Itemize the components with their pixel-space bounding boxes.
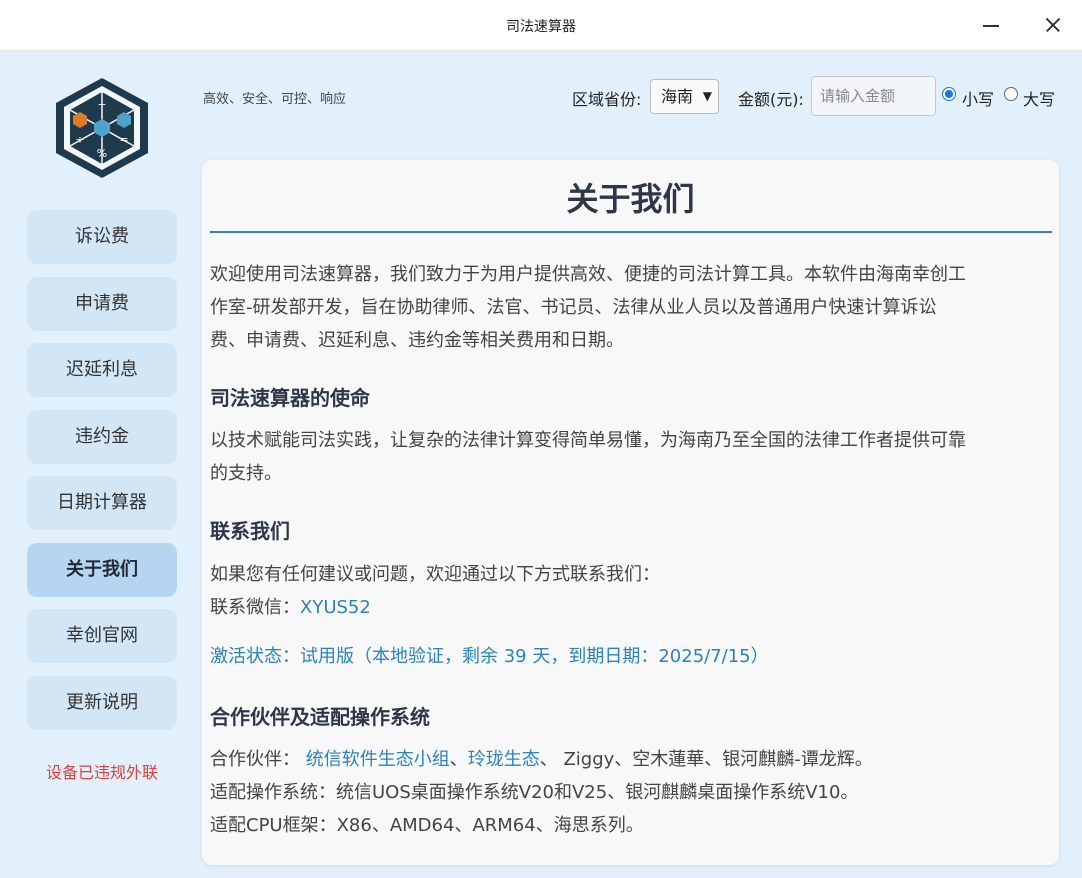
wechat-label: 联系微信： [210, 597, 300, 618]
contact-heading: 联系我们 [210, 519, 290, 543]
sidebar-item-litigation-fee[interactable]: 诉讼费 [27, 210, 177, 264]
partner-link-linglong[interactable]: 玲珑生态 [468, 749, 540, 770]
activation-status: 激活状态：试用版（本地验证，剩余 39 天，到期日期：2025/7/15） [210, 646, 769, 667]
mission-heading: 司法速算器的使命 [210, 386, 370, 410]
about-card: 关于我们 欢迎使用司法速算器，我们致力于为用户提供高效、便捷的司法计算工具。本软… [202, 160, 1059, 865]
amount-label: 金额(元): [738, 90, 804, 109]
intro-paragraph: 欢迎使用司法速算器，我们致力于为用户提供高效、便捷的司法计算工具。本软件由海南幸… [210, 258, 1055, 357]
radio-uppercase-label: 大写 [1023, 90, 1056, 109]
title-divider [210, 231, 1052, 233]
partners-line: 合作伙伴： 统信软件生态小组、玲珑生态、 Ziggy、空木蓮華、银河麒麟-谭龙辉… [210, 743, 1055, 776]
chevron-down-icon: ▼ [702, 89, 712, 103]
sidebar-item-date-calculator[interactable]: 日期计算器 [27, 476, 177, 530]
partners-heading: 合作伙伴及适配操作系统 [210, 705, 430, 729]
close-icon[interactable] [1040, 12, 1066, 38]
slogan: 高效、安全、可控、响应 [203, 92, 347, 107]
partners-label: 合作伙伴： [210, 749, 300, 770]
title-bar: 司法速算器 [0, 0, 1082, 51]
wechat-link[interactable]: XYUS52 [300, 597, 371, 618]
page-title: 关于我们 [566, 180, 695, 218]
sidebar-item-penalty[interactable]: 违约金 [27, 410, 177, 464]
app-logo-icon: + ÷ % = [56, 78, 148, 178]
region-label: 区域省份: [572, 90, 642, 109]
svg-text:+: + [97, 98, 106, 111]
mission-paragraph: 以技术赋能司法实践，让复杂的法律计算变得简单易懂，为海南乃至全国的法律工作者提供… [210, 424, 1055, 490]
sidebar-item-changelog[interactable]: 更新说明 [27, 676, 177, 730]
sidebar-item-about[interactable]: 关于我们 [27, 543, 177, 597]
window-title: 司法速算器 [506, 19, 576, 35]
partner-separator: 、 [449, 749, 468, 770]
partner-link-uos[interactable]: 统信软件生态小组 [306, 749, 450, 770]
svg-text:%: % [97, 147, 107, 160]
wechat-line: 联系微信：XYUS52 [210, 591, 1055, 624]
sidebar-item-delay-interest[interactable]: 迟延利息 [27, 343, 177, 397]
os-line: 适配操作系统：统信UOS桌面操作系统V20和V25、银河麒麟桌面操作系统V10。 [210, 782, 859, 803]
intro-line: 欢迎使用司法速算器，我们致力于为用户提供高效、便捷的司法计算工具。本软件由海南幸… [210, 264, 966, 285]
amount-input[interactable] [811, 76, 936, 116]
region-select[interactable]: 海南 ▼ [650, 79, 719, 114]
app-body: + ÷ % = 诉讼费 申请费 迟延利息 违约金 日期计算器 关于我们 幸创官网… [0, 51, 1082, 878]
intro-line: 费、申请费、迟延利息、违约金等相关费用和日期。 [210, 330, 624, 351]
sidebar-item-application-fee[interactable]: 申请费 [27, 277, 177, 331]
sidebar-item-official-site[interactable]: 幸创官网 [27, 609, 177, 663]
cpu-line: 适配CPU框架：X86、AMD64、ARM64、海思系列。 [210, 815, 644, 836]
mission-line: 以技术赋能司法实践，让复杂的法律计算变得简单易懂，为海南乃至全国的法律工作者提供… [210, 430, 966, 451]
mission-line: 的支持。 [210, 463, 282, 484]
radio-uppercase[interactable] [1004, 87, 1018, 101]
contact-intro: 如果您有任何建议或问题，欢迎通过以下方式联系我们： [210, 564, 660, 585]
region-select-value: 海南 [661, 87, 694, 106]
radio-lowercase-label: 小写 [962, 90, 995, 109]
svg-text:÷: ÷ [75, 133, 84, 146]
radio-lowercase[interactable] [942, 87, 956, 101]
sidebar: + ÷ % = 诉讼费 申请费 迟延利息 违约金 日期计算器 关于我们 幸创官网… [0, 51, 200, 878]
intro-line: 作室-研发部开发，旨在协助律师、法官、书记员、法律从业人员以及普通用户快速计算诉… [210, 297, 937, 318]
violation-warning: 设备已违规外联 [45, 763, 158, 782]
svg-text:=: = [119, 133, 128, 146]
minimize-icon[interactable] [978, 12, 1004, 38]
partners-rest: 、 Ziggy、空木蓮華、银河麒麟-谭龙辉。 [539, 749, 873, 770]
